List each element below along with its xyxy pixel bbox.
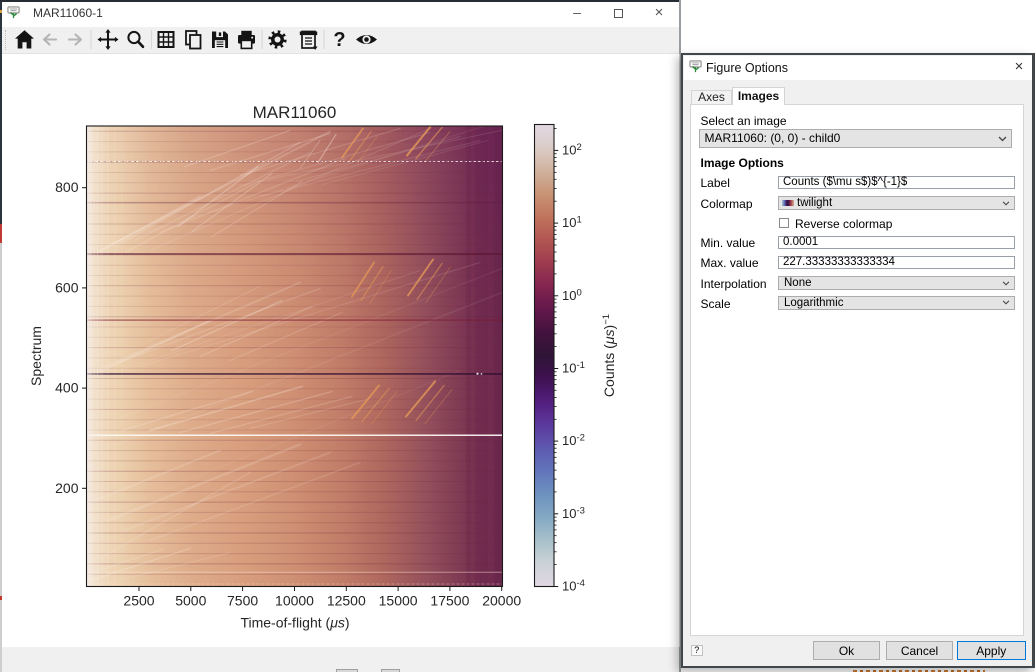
svg-text:MAR11060: MAR11060 bbox=[253, 103, 337, 122]
svg-text:Spectrum: Spectrum bbox=[28, 326, 44, 386]
svg-text:Time-of-flight (μs): Time-of-flight (μs) bbox=[240, 614, 349, 630]
svg-text:7500: 7500 bbox=[227, 592, 258, 608]
svg-text:2500: 2500 bbox=[123, 592, 154, 608]
svg-text:12500: 12500 bbox=[327, 592, 366, 608]
svg-text:10000: 10000 bbox=[275, 592, 314, 608]
svg-text:15000: 15000 bbox=[379, 592, 418, 608]
svg-text:?: ? bbox=[333, 29, 345, 51]
svg-text:17500: 17500 bbox=[430, 592, 469, 608]
svg-text:800: 800 bbox=[55, 179, 79, 195]
svg-text:400: 400 bbox=[55, 379, 79, 395]
svg-text:5000: 5000 bbox=[175, 592, 206, 608]
svg-text:200: 200 bbox=[55, 479, 79, 495]
svg-text:600: 600 bbox=[55, 279, 79, 295]
svg-text:20000: 20000 bbox=[482, 592, 521, 608]
svg-text:Counts (μs)−1: Counts (μs)−1 bbox=[601, 313, 617, 396]
